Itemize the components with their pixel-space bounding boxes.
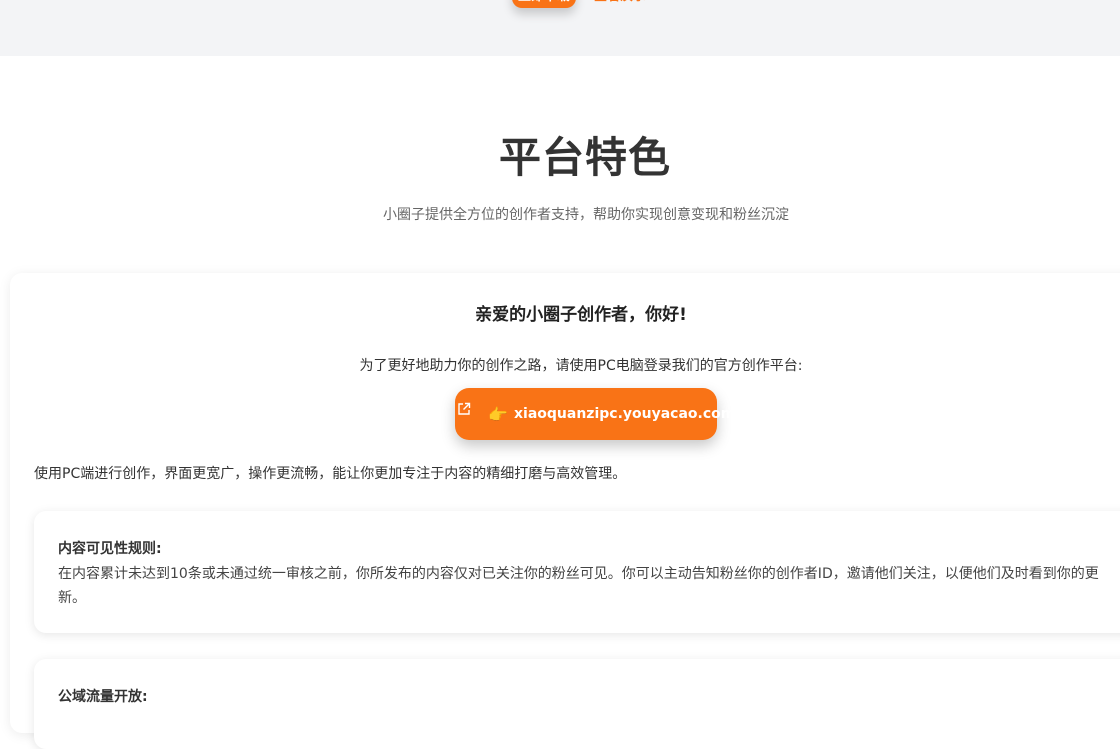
rule-title: 公域流量开放: <box>58 689 148 705</box>
download-button[interactable]: 立即下载 <box>512 0 576 8</box>
section-subtitle: 小圈子提供全方位的创作者支持，帮助你实现创意变现和粉丝沉淀 <box>383 207 789 223</box>
greeting-heading: 亲爱的小圈子创作者，你好! <box>475 305 687 325</box>
pc-platform-link-button[interactable]: 👉 xiaoquanzipc.youyacao.com <box>455 388 735 440</box>
intro-text: 为了更好地助力你的创作之路，请使用PC电脑登录我们的官方创作平台: <box>359 358 803 374</box>
section-title: 平台特色 <box>498 133 671 182</box>
rule-body: 在内容累计未达到10条或未通过统一审核之前，你所发布的内容仅对已关注你的粉丝可见… <box>58 566 1099 606</box>
rule-title: 内容可见性规则: <box>58 541 162 557</box>
pc-note-text: 使用PC端进行创作，界面更宽广，操作更流畅，能让你更加专注于内容的精细打磨与高效… <box>34 466 627 482</box>
pc-platform-url: xiaoquanzipc.youyacao.com <box>514 406 736 422</box>
rule-card-public-traffic: 公域流量开放: <box>34 659 1120 749</box>
hero-band <box>0 0 1120 56</box>
rule-card-visibility: 内容可见性规则: 在内容累计未达到10条或未通过统一审核之前，你所发布的内容仅对… <box>34 511 1120 633</box>
demo-link[interactable]: 查看演示 <box>594 0 646 8</box>
external-link-icon <box>458 402 471 415</box>
pointing-hand-icon: 👉 <box>488 405 508 424</box>
